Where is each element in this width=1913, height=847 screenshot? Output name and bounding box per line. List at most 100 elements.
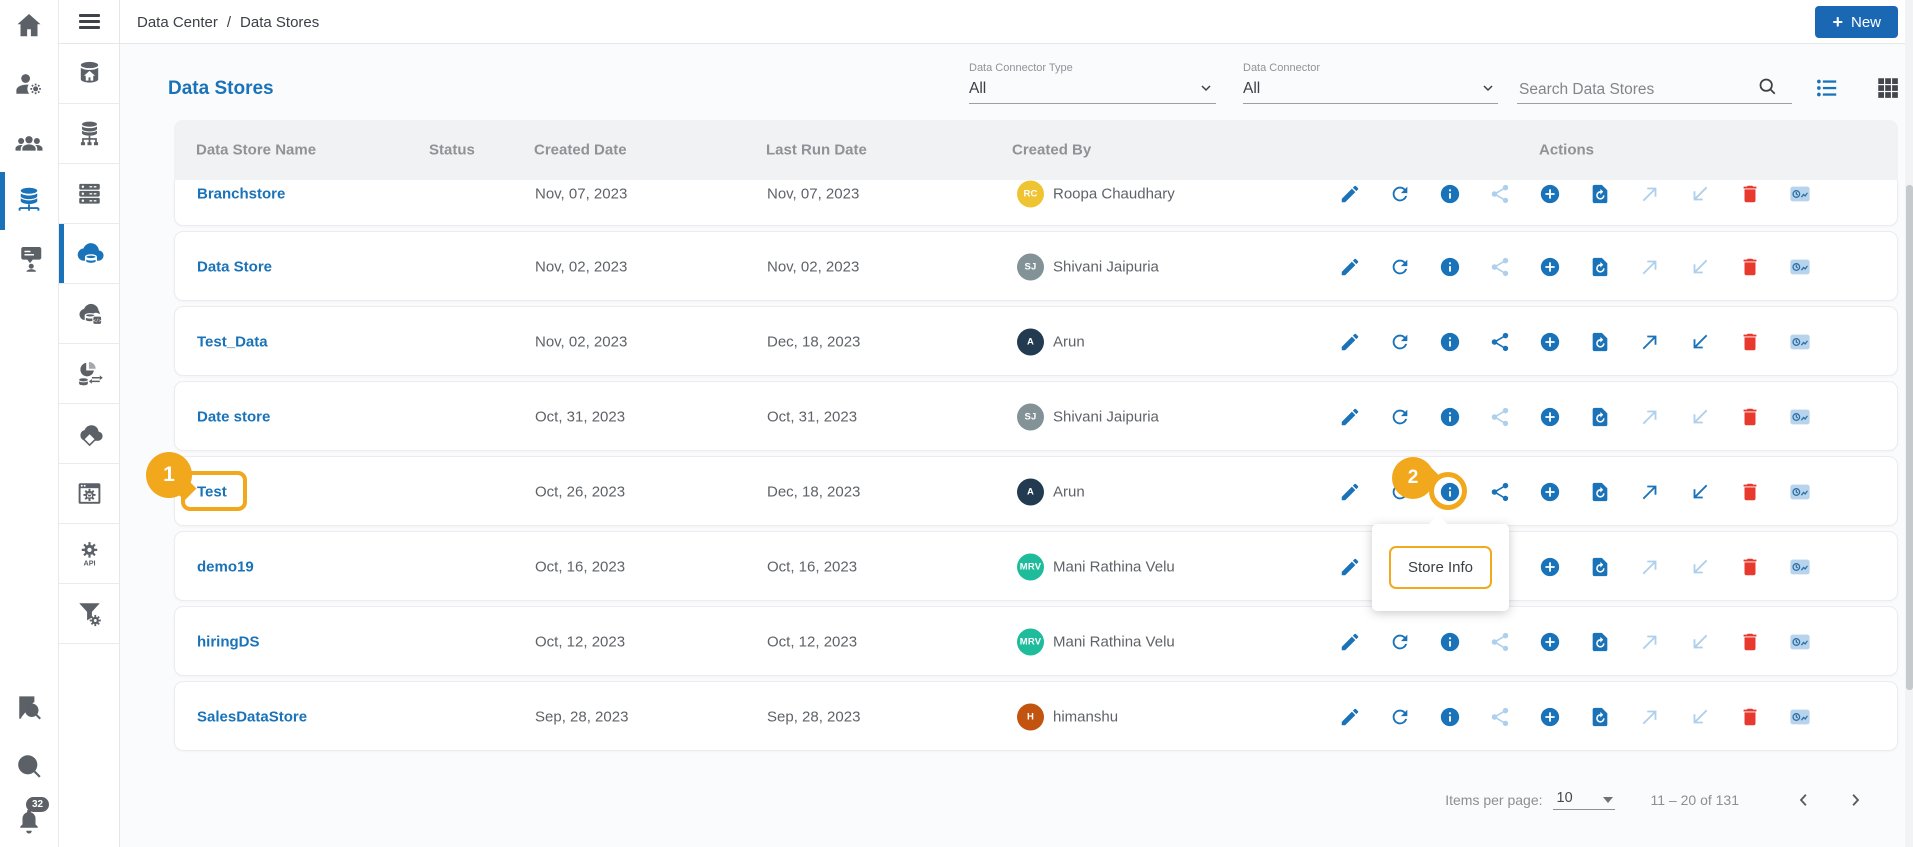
usage-history-action-icon[interactable]: [1789, 556, 1811, 578]
datastore-name-link[interactable]: Test_Data: [197, 334, 268, 351]
export-action-icon[interactable]: [1639, 183, 1661, 205]
edit-action-icon[interactable]: [1339, 631, 1361, 653]
sidebar-item-cloud-layers[interactable]: [59, 404, 119, 464]
sidebar-item-api[interactable]: API: [59, 524, 119, 584]
sidebar-item-database-home[interactable]: [59, 44, 119, 104]
list-view-button[interactable]: [1814, 75, 1840, 101]
info-action-icon[interactable]: [1439, 706, 1461, 728]
home-icon[interactable]: [14, 10, 44, 40]
restore-action-icon[interactable]: [1589, 706, 1611, 728]
add-action-icon[interactable]: [1539, 631, 1561, 653]
add-action-icon[interactable]: [1539, 183, 1561, 205]
connector-select[interactable]: Data Connector All: [1243, 62, 1498, 104]
import-action-icon[interactable]: [1689, 631, 1711, 653]
info-action-icon[interactable]: [1439, 406, 1461, 428]
datastore-name-link[interactable]: hiringDS: [197, 634, 260, 651]
sidebar-item-data-stores[interactable]: [59, 224, 119, 284]
info-action-icon[interactable]: [1439, 331, 1461, 353]
add-action-icon[interactable]: [1539, 406, 1561, 428]
usage-history-action-icon[interactable]: [1789, 481, 1811, 503]
info-action-icon[interactable]: [1439, 256, 1461, 278]
delete-action-icon[interactable]: [1739, 706, 1761, 728]
items-per-page-select[interactable]: 10: [1552, 790, 1615, 810]
add-action-icon[interactable]: [1539, 556, 1561, 578]
import-action-icon[interactable]: [1689, 183, 1711, 205]
share-action-icon[interactable]: [1489, 406, 1511, 428]
export-action-icon[interactable]: [1639, 556, 1661, 578]
datastore-name-link[interactable]: demo19: [197, 559, 254, 576]
edit-action-icon[interactable]: [1339, 331, 1361, 353]
metadata-search-icon[interactable]: [14, 751, 44, 781]
edit-action-icon[interactable]: [1339, 481, 1361, 503]
import-action-icon[interactable]: [1689, 331, 1711, 353]
info-action-icon[interactable]: [1439, 631, 1461, 653]
refresh-action-icon[interactable]: [1389, 706, 1411, 728]
sidebar-item-database-settings[interactable]: [59, 464, 119, 524]
delete-action-icon[interactable]: [1739, 331, 1761, 353]
sidebar-item-data-transform[interactable]: [59, 344, 119, 404]
data-center-icon[interactable]: [14, 185, 44, 215]
share-action-icon[interactable]: [1489, 256, 1511, 278]
add-action-icon[interactable]: [1539, 481, 1561, 503]
share-action-icon[interactable]: [1489, 183, 1511, 205]
add-action-icon[interactable]: [1539, 331, 1561, 353]
previous-page-button[interactable]: [1795, 791, 1813, 809]
sidebar-item-funnel-settings[interactable]: [59, 584, 119, 644]
edit-action-icon[interactable]: [1339, 406, 1361, 428]
search-icon[interactable]: [1757, 76, 1778, 97]
share-action-icon[interactable]: [1489, 481, 1511, 503]
usage-history-action-icon[interactable]: [1789, 183, 1811, 205]
restore-action-icon[interactable]: [1589, 331, 1611, 353]
grid-view-button[interactable]: [1875, 75, 1901, 101]
refresh-action-icon[interactable]: [1389, 331, 1411, 353]
refresh-action-icon[interactable]: [1389, 631, 1411, 653]
delete-action-icon[interactable]: [1739, 631, 1761, 653]
edit-action-icon[interactable]: [1339, 183, 1361, 205]
share-action-icon[interactable]: [1489, 331, 1511, 353]
export-action-icon[interactable]: [1639, 256, 1661, 278]
export-action-icon[interactable]: [1639, 331, 1661, 353]
delete-action-icon[interactable]: [1739, 183, 1761, 205]
audit-log-icon[interactable]: [14, 693, 44, 723]
search-input[interactable]: [1519, 81, 1744, 99]
delete-action-icon[interactable]: [1739, 481, 1761, 503]
usage-history-action-icon[interactable]: [1789, 706, 1811, 728]
import-action-icon[interactable]: [1689, 556, 1711, 578]
refresh-action-icon[interactable]: [1389, 183, 1411, 205]
sidebar-item-cloud-database-code[interactable]: </>: [59, 284, 119, 344]
user-settings-icon[interactable]: [14, 70, 44, 100]
restore-action-icon[interactable]: [1589, 183, 1611, 205]
new-button[interactable]: + New: [1815, 6, 1898, 38]
connector-type-select[interactable]: Data Connector Type All: [969, 62, 1216, 104]
usage-history-action-icon[interactable]: [1789, 631, 1811, 653]
export-action-icon[interactable]: [1639, 481, 1661, 503]
datastore-name-link[interactable]: SalesDataStore: [197, 709, 307, 726]
datastore-name-link[interactable]: Data Store: [197, 259, 272, 276]
info-action-icon[interactable]: [1439, 183, 1461, 205]
usage-history-action-icon[interactable]: [1789, 331, 1811, 353]
restore-action-icon[interactable]: [1589, 631, 1611, 653]
breadcrumb-data-stores[interactable]: Data Stores: [240, 14, 319, 31]
export-action-icon[interactable]: [1639, 631, 1661, 653]
data-briefing-icon[interactable]: [14, 243, 44, 273]
edit-action-icon[interactable]: [1339, 556, 1361, 578]
import-action-icon[interactable]: [1689, 406, 1711, 428]
import-action-icon[interactable]: [1689, 481, 1711, 503]
refresh-action-icon[interactable]: [1389, 406, 1411, 428]
share-action-icon[interactable]: [1489, 706, 1511, 728]
restore-action-icon[interactable]: [1589, 481, 1611, 503]
add-action-icon[interactable]: [1539, 706, 1561, 728]
sidebar-item-servers[interactable]: [59, 164, 119, 224]
sidebar-item-database-network[interactable]: [59, 104, 119, 164]
restore-action-icon[interactable]: [1589, 406, 1611, 428]
refresh-action-icon[interactable]: [1389, 256, 1411, 278]
edit-action-icon[interactable]: [1339, 256, 1361, 278]
delete-action-icon[interactable]: [1739, 556, 1761, 578]
add-action-icon[interactable]: [1539, 256, 1561, 278]
import-action-icon[interactable]: [1689, 706, 1711, 728]
usage-history-action-icon[interactable]: [1789, 256, 1811, 278]
usage-history-action-icon[interactable]: [1789, 406, 1811, 428]
restore-action-icon[interactable]: [1589, 256, 1611, 278]
import-action-icon[interactable]: [1689, 256, 1711, 278]
scrollbar-thumb[interactable]: [1905, 185, 1913, 690]
